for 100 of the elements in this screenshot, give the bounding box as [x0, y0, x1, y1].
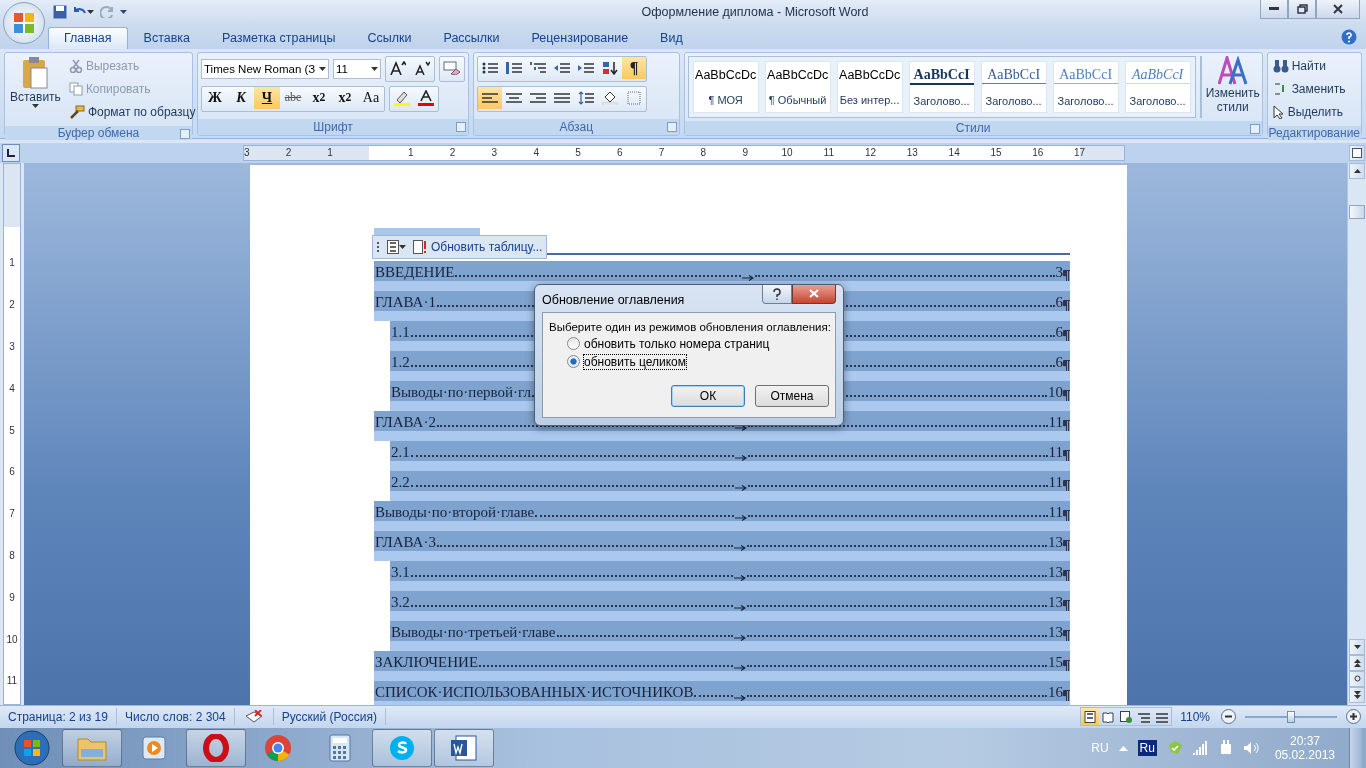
radio-button[interactable] [567, 337, 580, 351]
scroll-down-button[interactable] [1349, 638, 1365, 655]
keyboard-layout[interactable]: Ru [1137, 740, 1157, 756]
ribbon-tab[interactable]: Вид [644, 26, 699, 49]
tab-arrow-icon [734, 574, 746, 581]
ribbon-tab[interactable]: Рассылки [427, 26, 516, 49]
question-mark-icon [773, 287, 781, 300]
ribbon-tab[interactable]: Вставка [127, 26, 207, 49]
align-left-icon [482, 90, 498, 105]
ok-button[interactable]: ОК [671, 384, 745, 407]
toc-entry-text: 1.1 [390, 322, 410, 341]
caret-icon [399, 244, 406, 249]
font-size-field[interactable]: 11 [333, 58, 381, 79]
strike-button[interactable]: abe [280, 86, 306, 109]
toc-entry-text: Выводы·по·второй·главе [374, 502, 535, 521]
radio-label[interactable]: обновить целиком [584, 354, 687, 369]
radio-label[interactable]: обновить только номера страниц [584, 336, 770, 351]
ribbon-tab[interactable]: Рецензирование [515, 26, 645, 49]
style-tile[interactable]: AaBbCcDc ¶ Обычный [764, 60, 831, 113]
style-tile[interactable]: AaBbCcI Заголово... [1052, 60, 1119, 113]
close-button[interactable] [1316, 0, 1360, 19]
zoom-slider-thumb[interactable] [1287, 710, 1295, 723]
restore-icon [1296, 4, 1308, 14]
show-marks-button[interactable]: ¶ [622, 56, 646, 79]
radio-button[interactable] [567, 355, 580, 369]
dialog-prompt: Выберите один из режимов обновления оглавления: [549, 320, 831, 333]
office-logo-icon [12, 11, 36, 35]
find-button[interactable]: Найти [1270, 55, 1348, 77]
ribbon-tab[interactable]: Главная [48, 26, 128, 49]
change-styles-button[interactable]: Изменить стили [1205, 55, 1260, 118]
caret-icon [31, 103, 39, 108]
style-name: ¶ Обычный [768, 93, 827, 106]
paragraph-mark-icon [1063, 569, 1070, 581]
style-preview: AaBbCcI [1053, 67, 1118, 85]
format-painter-button[interactable]: Формат по образцу [66, 101, 198, 123]
multilevel-list-icon [530, 60, 546, 75]
zoom-out-button[interactable] [1218, 706, 1239, 727]
style-tile[interactable]: AaBbCcI Заголово... [980, 60, 1047, 113]
zoom-in-button[interactable] [1343, 706, 1364, 727]
document-icon [387, 239, 399, 254]
align-right-icon [530, 90, 546, 105]
word-count[interactable]: Число слов: 2 304 [116, 708, 235, 726]
double-down-arrow-icon [1353, 690, 1361, 699]
ruler-number: 2 [285, 147, 292, 159]
case-button[interactable]: Aa [358, 86, 384, 109]
up-arrow-icon [1353, 168, 1361, 173]
page-number: 3 [1055, 262, 1063, 281]
style-tile[interactable]: AaBbCcI Заголово... [1124, 60, 1191, 113]
bold-button[interactable]: Ж [202, 86, 228, 109]
minimize-button[interactable] [1260, 0, 1288, 19]
ruler-number: 6 [617, 147, 623, 159]
opera-icon [203, 734, 229, 762]
style-name: Без интер... [839, 93, 900, 106]
page-number: 6 [1055, 292, 1063, 311]
toc-entry-text: 3.2 [390, 592, 410, 611]
italic-button[interactable]: К [228, 86, 254, 109]
zoom-level[interactable]: 110% [1172, 709, 1218, 724]
taskbar-app-button[interactable] [372, 729, 432, 767]
toc-entry-text: ВВЕДЕНИЕ [374, 262, 455, 281]
style-tile[interactable]: AaBbCcDc ¶ МОЯ [692, 60, 759, 113]
view-ruler-button[interactable] [1349, 144, 1365, 161]
paste-button[interactable]: Вставить [8, 55, 63, 123]
page-number: 16 [1048, 682, 1063, 701]
open-book-icon [1102, 710, 1115, 723]
ruler-number: 11 [823, 147, 834, 159]
taskbar-app-button[interactable] [186, 729, 246, 767]
page-count[interactable]: Страница: 2 из 19 [0, 708, 117, 726]
font-name-field[interactable]: Times New Roman (З [201, 58, 329, 79]
help-button[interactable] [762, 284, 792, 304]
replace-button[interactable]: Заменить [1270, 78, 1348, 100]
taskbar-app-button[interactable] [62, 729, 122, 767]
left-button[interactable] [478, 86, 502, 109]
update-table-button[interactable]: Обновить таблицу... [413, 239, 543, 254]
ribbon-tab[interactable]: Разметка страницы [206, 26, 352, 49]
underline-button[interactable]: Ч [254, 86, 280, 109]
restore-button[interactable] [1288, 0, 1316, 19]
ruler-number: 4 [533, 147, 539, 159]
select-button[interactable]: Выделить [1270, 101, 1348, 123]
language-status[interactable]: Русский (Россия) [273, 708, 386, 726]
close-button[interactable] [792, 284, 836, 304]
check-shield-icon[interactable] [1166, 740, 1183, 756]
ruler-icon [1352, 147, 1362, 158]
taskbar-app-button[interactable] [434, 729, 494, 767]
view-button[interactable] [1081, 708, 1100, 726]
ribbon-tab[interactable]: Ссылки [351, 26, 428, 49]
style-tile[interactable]: AaBbCcI Заголово... [908, 60, 975, 113]
paragraph-mark-icon [1063, 389, 1070, 401]
style-name: Заголово... [913, 94, 970, 107]
calculator-icon [329, 734, 351, 762]
cancel-button[interactable]: Отмена [755, 384, 829, 407]
scroll-thumb[interactable] [1349, 204, 1365, 219]
ruler-number: 16 [1032, 147, 1044, 159]
paragraph-mark-icon [1063, 689, 1070, 701]
style-tile[interactable]: AaBbCcDc Без интер... [836, 60, 903, 113]
group-label: Буфер обмена [57, 125, 140, 140]
style-preview: AaBbCcI [981, 67, 1046, 85]
paragraph-mark-icon [1063, 659, 1070, 671]
tab-selector-button[interactable] [2, 143, 20, 162]
ruler-number: 7 [658, 147, 665, 159]
bullet-list-icon [482, 60, 498, 75]
